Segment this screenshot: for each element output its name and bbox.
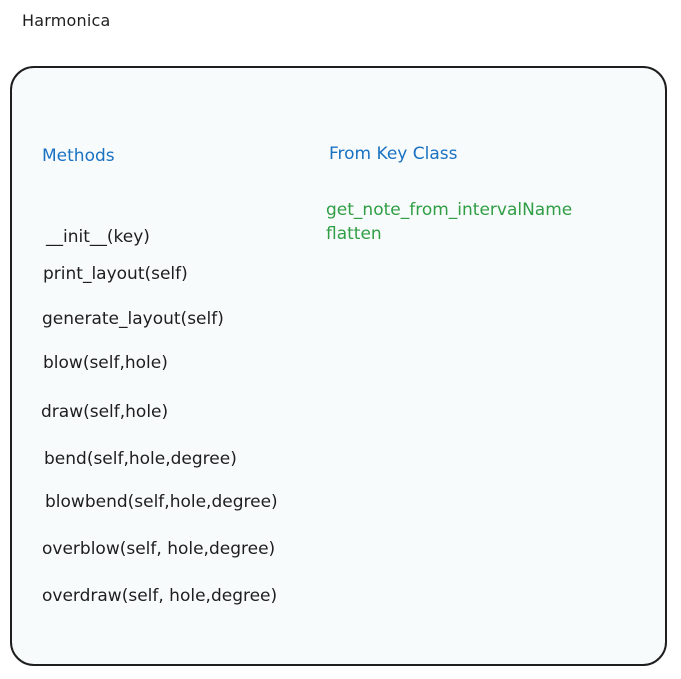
method-blowbend: blowbend(self,hole,degree) [45, 492, 278, 512]
method-overdraw: overdraw(self, hole,degree) [42, 586, 278, 606]
methods-heading: Methods [42, 146, 115, 166]
method-bend: bend(self,hole,degree) [44, 449, 237, 469]
method-init: __init__(key) [46, 227, 150, 247]
method-print-layout: print_layout(self) [43, 264, 188, 284]
diagram-title: Harmonica [22, 11, 111, 30]
method-overblow: overblow(self, hole,degree) [42, 539, 276, 559]
key-class-heading: From Key Class [329, 144, 458, 164]
method-generate-layout: generate_layout(self) [42, 309, 224, 329]
key-method-flatten: flatten [326, 224, 382, 244]
key-method-get-note: get_note_from_intervalName [326, 200, 573, 220]
method-draw: draw(self,hole) [41, 402, 169, 422]
method-blow: blow(self,hole) [43, 353, 168, 373]
